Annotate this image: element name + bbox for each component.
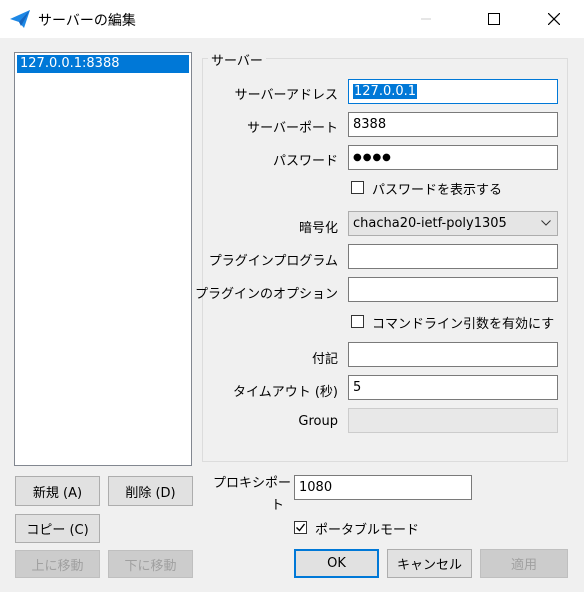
password-label: パスワード [272,154,338,169]
minimize-button[interactable] [403,0,449,38]
encryption-label: 暗号化 [298,221,338,236]
delete-button[interactable]: 削除 (D) [108,476,193,506]
server-port-input[interactable]: 8388 [348,112,558,137]
proxy-port-label-line1: プロキシポー [213,476,292,491]
show-password-checkbox[interactable] [351,181,364,194]
cmdline-args-label[interactable]: コマンドライン引数を有効にす [372,313,554,332]
plugin-options-label: プラグインのオプション [194,287,338,302]
copy-button[interactable]: コピー (C) [15,514,100,543]
minimize-icon [421,18,431,20]
password-input[interactable]: ●●●● [348,145,558,170]
server-group-title: サーバー [208,50,266,69]
timeout-label: タイムアウト (秒) [232,385,338,400]
proxy-port-input[interactable]: 1080 [294,475,472,500]
plugin-options-input[interactable] [348,277,558,302]
move-up-button[interactable]: 上に移動 [15,550,100,578]
portable-mode-label[interactable]: ポータブルモード [315,519,419,538]
move-down-button[interactable]: 下に移動 [108,550,193,578]
paper-plane-icon [10,10,30,28]
window-title: サーバーの編集 [38,13,136,29]
checkmark-icon [296,523,306,532]
chevron-down-icon [541,220,551,226]
maximize-icon [488,13,500,25]
encryption-select[interactable]: chacha20-ietf-poly1305 [348,211,558,236]
group-label: Group [298,414,338,429]
encryption-value: chacha20-ietf-poly1305 [353,216,507,231]
server-address-input[interactable]: 127.0.0.1 [348,79,558,104]
apply-button[interactable]: 適用 [480,549,568,578]
timeout-input[interactable]: 5 [348,375,558,400]
server-address-label: サーバーアドレス [234,88,338,103]
remarks-input[interactable] [348,342,558,367]
maximize-button[interactable] [471,0,517,38]
group-input[interactable] [348,408,558,433]
proxy-port-label-line2: ト [271,498,285,513]
server-list-item[interactable]: 127.0.0.1:8388 [17,55,189,73]
plugin-program-input[interactable] [348,244,558,269]
ok-button[interactable]: OK [294,549,379,578]
remarks-label: 付記 [311,352,338,367]
plugin-program-label: プラグインプログラム [208,254,338,269]
close-button[interactable] [531,0,577,38]
close-icon [548,13,560,25]
server-address-value: 127.0.0.1 [353,84,418,99]
server-port-label: サーバーポート [247,121,338,136]
cmdline-args-checkbox[interactable] [351,315,364,328]
edit-servers-window: サーバーの編集 127.0.0.1:8388 新規 (A) 削除 (D) コピー… [0,0,584,592]
title-bar: サーバーの編集 [0,0,584,38]
portable-mode-checkbox[interactable] [294,521,307,534]
show-password-label[interactable]: パスワードを表示する [372,179,502,198]
new-button[interactable]: 新規 (A) [15,476,100,506]
cancel-button[interactable]: キャンセル [387,549,472,578]
